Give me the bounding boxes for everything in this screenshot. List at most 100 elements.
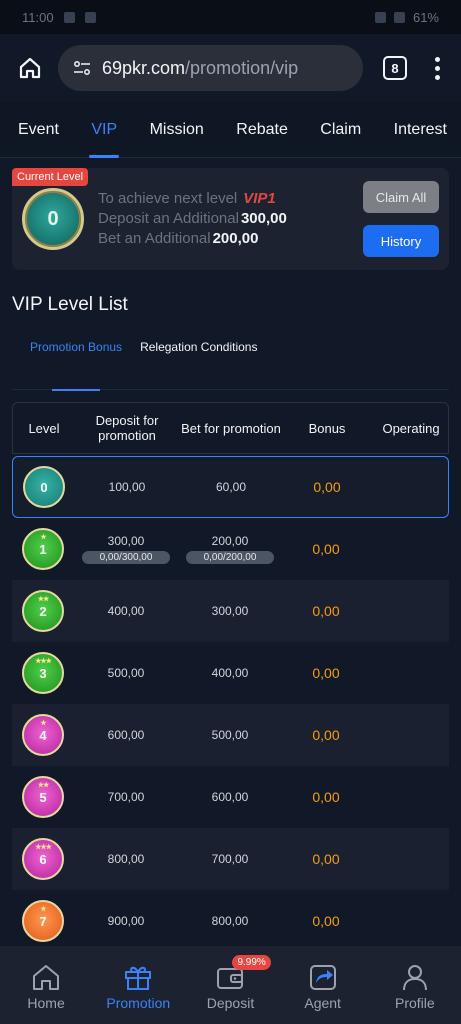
- notification-icon: [84, 11, 96, 23]
- home-icon: [33, 965, 60, 990]
- tab-switcher-button[interactable]: 8: [383, 56, 407, 80]
- address-bar[interactable]: 69pkr.com/promotion/vip: [58, 45, 363, 91]
- vip-medal-icon: ★★★ 3: [22, 652, 64, 694]
- deposit-cell: 500,00: [107, 666, 145, 680]
- vip-list-subtabs: Promotion Bonus Relegation Conditions: [12, 340, 449, 391]
- nav-home[interactable]: Home: [6, 963, 86, 1011]
- nav-profile[interactable]: Profile: [375, 963, 455, 1011]
- tab-claim[interactable]: Claim: [320, 102, 361, 158]
- bonus-cell: 0,00: [313, 479, 341, 495]
- tab-relegation-conditions[interactable]: Relegation Conditions: [140, 340, 257, 366]
- bet-cell: 800,00: [211, 914, 249, 928]
- vip-medal-icon: 0: [22, 188, 84, 250]
- vip-medal-icon: ★★ 5: [22, 776, 64, 818]
- header-bonus: Bonus: [308, 420, 346, 436]
- bet-cell: 400,00: [211, 666, 249, 680]
- browser-home-button[interactable]: [14, 52, 46, 84]
- vip-medal-icon: 0: [23, 466, 65, 508]
- url-domain: 69pkr.com: [102, 57, 186, 78]
- table-row: ★★★ 3 500,00 400,00 0,00: [12, 642, 449, 704]
- table-row: ★ 1 300,00 0,00/300,00 200,00 0,00/200,00 0…: [12, 518, 449, 580]
- bet-cell: 600,00: [211, 790, 249, 804]
- header-operating: Operating: [382, 420, 440, 436]
- current-level-card: Current Level 0 To achieve next level VIP…: [12, 168, 449, 270]
- gift-icon: [125, 966, 152, 990]
- bonus-cell: 0,00: [312, 851, 340, 867]
- table-row: ★★★ 6 800,00 700,00 0,00: [12, 828, 449, 890]
- current-level-badge: Current Level: [12, 168, 89, 186]
- nav-deposit-label: Deposit: [206, 995, 255, 1011]
- bonus-cell: 0,00: [312, 541, 340, 557]
- table-row: ★★ 5 700,00 600,00 0,00: [12, 766, 449, 828]
- bet-value: 200,00: [211, 534, 249, 548]
- current-level-number: 0: [47, 207, 59, 230]
- deposit-cell: 800,00: [107, 852, 145, 866]
- bet-progress: 0,00/200,00: [186, 551, 274, 564]
- next-level-info: To achieve next level VIP1 Deposit an Add…: [98, 189, 363, 249]
- header-level: Level: [28, 420, 60, 436]
- notification-icon: [63, 11, 75, 23]
- share-icon: [309, 965, 336, 990]
- wifi-icon: [393, 11, 405, 23]
- nav-deposit[interactable]: 9.99% Deposit: [190, 955, 271, 1011]
- deposit-cell: 600,00: [107, 728, 145, 742]
- nav-agent[interactable]: Agent: [283, 963, 363, 1011]
- deposit-cell: 700,00: [107, 790, 145, 804]
- bonus-cell: 0,00: [312, 789, 340, 805]
- status-bar: 11:00 61%: [0, 0, 461, 34]
- battery-level: 61%: [412, 9, 439, 25]
- bonus-cell: 0,00: [312, 603, 340, 619]
- home-icon: [19, 57, 41, 79]
- table-header: Level Deposit for promotion Bet for prom…: [12, 402, 449, 454]
- nav-home-label: Home: [27, 995, 65, 1011]
- deposit-cell: 300,00 0,00/300,00: [74, 534, 178, 564]
- table-row: ★★ 2 400,00 300,00 0,00: [12, 580, 449, 642]
- browser-menu-button[interactable]: [427, 56, 447, 80]
- table-row: ★ 4 600,00 500,00 0,00: [12, 704, 449, 766]
- tab-vip[interactable]: VIP: [89, 102, 119, 158]
- tab-interest[interactable]: Interest: [394, 102, 447, 158]
- level-number: 4: [39, 727, 47, 743]
- next-level-name: VIP1: [243, 190, 276, 207]
- history-button[interactable]: History: [363, 225, 439, 257]
- url-path: /promotion/vip: [185, 57, 299, 78]
- vip-medal-icon: ★ 1: [22, 528, 64, 570]
- deposit-cell: 100,00: [108, 480, 146, 494]
- claim-all-button[interactable]: Claim All: [363, 181, 439, 213]
- nav-profile-label: Profile: [395, 995, 435, 1011]
- tab-mission[interactable]: Mission: [150, 102, 204, 158]
- site-settings-icon[interactable]: [72, 58, 92, 78]
- level-number: 1: [39, 541, 47, 557]
- tab-event[interactable]: Event: [18, 102, 59, 158]
- bet-cell: 200,00 0,00/200,00: [178, 534, 282, 564]
- table-row: ★ 7 900,00 800,00 0,00: [12, 890, 449, 952]
- level-number: 3: [39, 665, 47, 681]
- bet-required-value: 200,00: [212, 230, 259, 247]
- deposit-cell: 400,00: [107, 604, 145, 618]
- tab-rebate[interactable]: Rebate: [236, 102, 288, 158]
- deposit-progress: 0,00/300,00: [82, 551, 170, 564]
- bonus-cell: 0,00: [312, 727, 340, 743]
- browser-toolbar: 69pkr.com/promotion/vip 8: [0, 34, 461, 102]
- next-level-label: To achieve next level: [98, 190, 238, 207]
- header-bet: Bet for promotion: [181, 420, 281, 436]
- user-icon: [402, 965, 427, 991]
- nav-promotion-label: Promotion: [106, 995, 171, 1011]
- header-deposit: Deposit for promotion: [95, 413, 159, 443]
- promotion-tabs: Event VIP Mission Rebate Claim Interest: [0, 102, 461, 158]
- bonus-cell: 0,00: [312, 665, 340, 681]
- deposit-required-value: 300,00: [240, 210, 287, 227]
- section-title: VIP Level List: [12, 294, 128, 315]
- level-number: 2: [39, 603, 47, 619]
- level-number: 0: [40, 479, 48, 495]
- bonus-cell: 0,00: [312, 913, 340, 929]
- bet-cell: 60,00: [215, 480, 247, 494]
- level-number: 5: [39, 789, 47, 805]
- vip-medal-icon: ★★★ 6: [22, 838, 64, 880]
- deposit-required-label: Deposit an Additional: [98, 210, 239, 227]
- nav-agent-label: Agent: [304, 995, 341, 1011]
- tab-promotion-bonus[interactable]: Promotion Bonus: [30, 340, 122, 391]
- nav-promotion[interactable]: Promotion: [98, 963, 178, 1011]
- bottom-navigation: Home Promotion 9.99% Deposit Agent Profi…: [0, 946, 461, 1024]
- deposit-bonus-badge: 9.99%: [232, 955, 271, 970]
